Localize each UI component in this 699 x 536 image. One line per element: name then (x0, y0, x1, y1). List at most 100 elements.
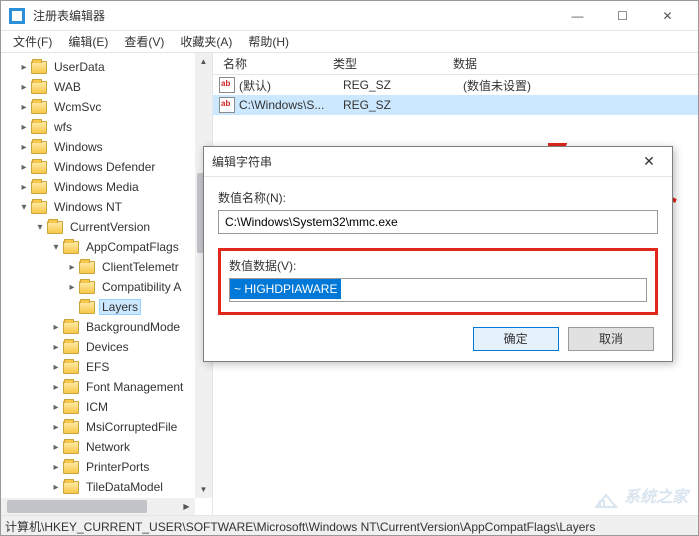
titlebar: 注册表编辑器 — ☐ ✕ (1, 1, 698, 31)
tree-node[interactable]: ▸TileDataModel (1, 477, 212, 497)
value-name-label: 数值名称(N): (218, 189, 658, 206)
folder-icon (79, 301, 95, 314)
tree-node-label: ICM (83, 399, 111, 415)
menu-edit[interactable]: 编辑(E) (60, 31, 116, 52)
tree-node[interactable]: ▸ WcmSvc (1, 97, 212, 117)
tree-node-label: EFS (83, 359, 112, 375)
chevron-right-icon[interactable]: ▸ (49, 482, 63, 493)
chevron-right-icon[interactable]: ▸ (49, 462, 63, 473)
chevron-down-icon[interactable]: ▾ (33, 222, 47, 233)
chevron-right-icon[interactable]: ▸ (49, 342, 63, 353)
folder-icon (63, 361, 79, 374)
maximize-button[interactable]: ☐ (600, 1, 645, 31)
ok-button[interactable]: 确定 (473, 327, 559, 351)
value-name-input[interactable] (218, 210, 658, 234)
folder-icon (31, 121, 47, 134)
tree-node-label: WcmSvc (51, 99, 104, 115)
chevron-right-icon[interactable]: ▸ (49, 362, 63, 373)
tree-node[interactable]: ▸MsiCorruptedFile (1, 417, 212, 437)
close-button[interactable]: ✕ (645, 1, 690, 31)
tree-node-label: BackgroundMode (83, 319, 183, 335)
chevron-right-icon[interactable]: ▸ (17, 62, 31, 73)
scroll-down-arrow-icon[interactable]: ▼ (195, 481, 212, 498)
tree-node[interactable]: ▸ Devices (1, 337, 212, 357)
tree-node-label: Windows Media (51, 179, 142, 195)
menu-file[interactable]: 文件(F) (5, 31, 60, 52)
cell-name: C:\Windows\S... (239, 98, 343, 112)
chevron-down-icon[interactable]: ▾ (49, 242, 63, 253)
dialog-buttons: 确定 取消 (218, 327, 658, 353)
tree-pane: ▸UserData▸WAB▸WcmSvc▸wfs▸Windows▸Windows… (1, 53, 213, 515)
value-data-text: ~ HIGHDPIAWARE (230, 279, 341, 299)
tree[interactable]: ▸UserData▸WAB▸WcmSvc▸wfs▸Windows▸Windows… (1, 57, 212, 497)
folder-icon (31, 201, 47, 214)
tree-node[interactable]: ▸ ICM (1, 397, 212, 417)
chevron-right-icon[interactable]: ▸ (17, 182, 31, 193)
chevron-right-icon[interactable]: ▸ (65, 262, 79, 273)
tree-horizontal-scrollbar[interactable]: ◀ ▶ (1, 498, 195, 515)
chevron-right-icon[interactable]: ▸ (49, 402, 63, 413)
tree-node[interactable]: ▸ Windows Media (1, 177, 212, 197)
chevron-right-icon[interactable]: ▸ (17, 162, 31, 173)
value-data-input[interactable]: ~ HIGHDPIAWARE (229, 278, 647, 302)
scroll-right-arrow-icon[interactable]: ▶ (178, 498, 195, 515)
tree-node-label: Compatibility A (99, 279, 184, 295)
list-row[interactable]: (默认)REG_SZ(数值未设置) (213, 75, 698, 95)
folder-icon (79, 281, 95, 294)
tree-node[interactable]: ▸wfs (1, 117, 212, 137)
cancel-button[interactable]: 取消 (568, 327, 654, 351)
scroll-thumb[interactable] (7, 500, 147, 513)
folder-icon (63, 241, 79, 254)
tree-node[interactable]: ▸ BackgroundMode (1, 317, 212, 337)
chevron-right-icon[interactable]: ▸ (17, 122, 31, 133)
list-body[interactable]: (默认)REG_SZ(数值未设置)C:\Windows\S...REG_SZ (213, 75, 698, 115)
folder-icon (47, 221, 63, 234)
column-type[interactable]: 类型 (323, 55, 443, 72)
list-row[interactable]: C:\Windows\S...REG_SZ (213, 95, 698, 115)
column-name[interactable]: 名称 (213, 55, 323, 72)
chevron-right-icon[interactable]: ▸ (65, 282, 79, 293)
minimize-button[interactable]: — (555, 1, 600, 31)
tree-node[interactable]: ▸UserData (1, 57, 212, 77)
chevron-down-icon[interactable]: ▾ (17, 202, 31, 213)
folder-icon (63, 481, 79, 494)
tree-node[interactable]: ▸PrinterPorts (1, 457, 212, 477)
menu-favorites[interactable]: 收藏夹(A) (172, 31, 240, 52)
tree-node-label: Devices (83, 339, 132, 355)
folder-icon (63, 421, 79, 434)
tree-node[interactable]: ▸ WAB (1, 77, 212, 97)
tree-node-label: AppCompatFlags (83, 239, 182, 255)
tree-node[interactable]: ▾CurrentVersion (1, 217, 212, 237)
menu-help[interactable]: 帮助(H) (240, 31, 297, 52)
tree-node[interactable]: ▾ AppCompatFlags (1, 237, 212, 257)
chevron-right-icon[interactable]: ▸ (17, 82, 31, 93)
dialog-titlebar: 编辑字符串 ✕ (204, 147, 672, 177)
folder-icon (31, 101, 47, 114)
scroll-up-arrow-icon[interactable]: ▲ (195, 53, 212, 70)
chevron-right-icon[interactable]: ▸ (49, 442, 63, 453)
chevron-right-icon[interactable]: ▸ (49, 382, 63, 393)
tree-node[interactable]: ▸ EFS (1, 357, 212, 377)
folder-icon (31, 81, 47, 94)
column-data[interactable]: 数据 (443, 55, 698, 72)
chevron-right-icon[interactable]: ▸ (17, 142, 31, 153)
menu-view[interactable]: 查看(V) (116, 31, 172, 52)
list-header: 名称 类型 数据 (213, 53, 698, 75)
tree-node[interactable]: ▸ Compatibility A (1, 277, 212, 297)
app-icon (9, 8, 25, 24)
tree-node[interactable]: ▸ClientTelemetr (1, 257, 212, 277)
tree-node[interactable]: ▾Windows NT (1, 197, 212, 217)
chevron-right-icon[interactable]: ▸ (49, 322, 63, 333)
edit-string-dialog: 编辑字符串 ✕ 数值名称(N): 数值数据(V): ~ HIGHDPIAWARE… (203, 146, 673, 362)
chevron-right-icon[interactable]: ▸ (49, 422, 63, 433)
tree-node-label: Windows (51, 139, 106, 155)
tree-node[interactable]: ▸Font Management (1, 377, 212, 397)
tree-node[interactable]: ▸Network (1, 437, 212, 457)
folder-icon (63, 381, 79, 394)
tree-node[interactable]: Layers (1, 297, 212, 317)
chevron-right-icon[interactable]: ▸ (17, 102, 31, 113)
dialog-close-button[interactable]: ✕ (634, 153, 664, 170)
tree-node[interactable]: ▸Windows Defender (1, 157, 212, 177)
tree-node-label: WAB (51, 79, 84, 95)
tree-node[interactable]: ▸ Windows (1, 137, 212, 157)
